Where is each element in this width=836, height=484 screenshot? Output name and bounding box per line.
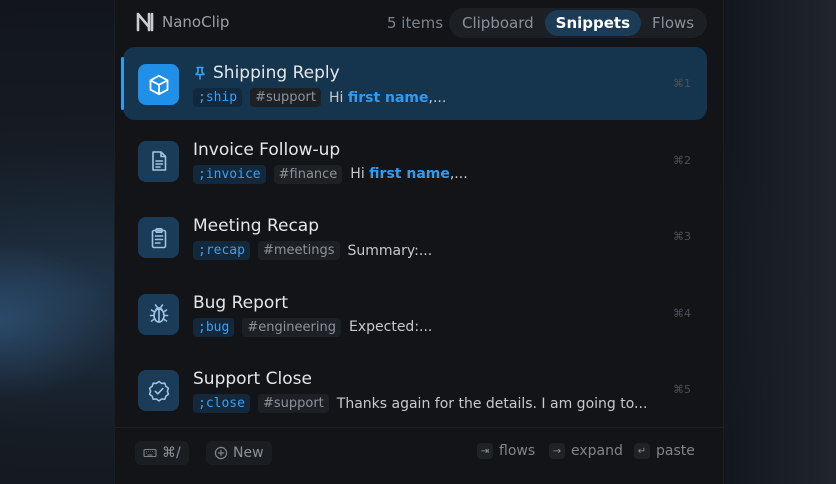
preview-variable: first name — [369, 166, 450, 182]
arrow-right-key-icon: → — [549, 443, 565, 459]
background-shade-right — [716, 0, 836, 484]
snippet-tag: #finance — [273, 164, 343, 184]
snippet-preview: Hi first name,... — [350, 166, 467, 182]
keyboard-shortcuts-button[interactable]: ⌘/ — [135, 441, 189, 465]
tab-key-icon: ⇥ — [477, 443, 493, 459]
return-key-icon: ↵ — [634, 443, 650, 459]
preview-variable: first name — [347, 89, 429, 106]
keyboard-shortcut-label: ⌘/ — [162, 445, 181, 461]
tab-flows[interactable]: Flows — [641, 10, 705, 36]
hint-flows: ⇥ flows — [477, 443, 535, 459]
snippet-row-shipping-reply[interactable]: Shipping Reply ;ship #support Hi first n… — [121, 47, 707, 120]
snippet-trigger: ;ship — [193, 88, 243, 107]
snippet-meta: ;bug #engineering Expected:... — [193, 317, 432, 338]
snippet-title-line: Shipping Reply — [193, 63, 340, 83]
snippet-trigger: ;close — [193, 394, 250, 413]
snippet-shortcut: ⌘5 — [673, 383, 691, 396]
new-button-label: New — [233, 445, 264, 461]
plus-circle-icon — [214, 446, 228, 460]
tab-bar: Clipboard Snippets Flows — [449, 8, 708, 38]
snippet-shortcut: ⌘3 — [673, 230, 691, 243]
preview-text-end: ,... — [449, 166, 468, 182]
snippet-title: Support Close — [193, 369, 312, 389]
box-icon — [149, 74, 168, 95]
snippet-preview: Hi first name,... — [329, 90, 446, 106]
pin-icon — [195, 66, 205, 80]
snippet-meta: ;invoice #finance Hi first name,... — [193, 164, 468, 185]
snippet-title: Bug Report — [193, 292, 288, 313]
app-name: NanoClip — [162, 13, 230, 31]
snippet-icon-tile — [138, 293, 179, 335]
preview-text: Expected:... — [349, 319, 433, 335]
selection-indicator — [121, 57, 124, 110]
footer: ⌘/ New ⇥ flows → expand ↵ paste — [115, 427, 725, 484]
snippet-tag: #support — [250, 88, 321, 107]
snippet-title: Invoice Follow-up — [193, 139, 341, 160]
brand: NanoClip — [135, 11, 229, 33]
nanoclip-panel: NanoClip 5 items Clipboard Snippets Flow… — [114, 0, 725, 484]
tab-snippets[interactable]: Snippets — [544, 10, 642, 36]
preview-text: Hi — [328, 89, 348, 106]
preview-text: Thanks again for the details. I am going… — [336, 395, 648, 412]
new-snippet-button[interactable]: New — [206, 441, 272, 465]
snippet-icon-tile — [138, 140, 179, 182]
snippet-icon-tile — [138, 370, 179, 411]
snippet-tag: #meetings — [257, 241, 340, 260]
header: NanoClip 5 items Clipboard Snippets Flow… — [115, 0, 725, 46]
snippet-title-line: Bug Report — [193, 293, 288, 313]
preview-text-end: ,... — [428, 89, 447, 106]
snippet-shortcut: ⌘2 — [673, 153, 691, 167]
keyboard-icon — [143, 448, 157, 458]
hint-label: paste — [656, 443, 695, 459]
snippet-shortcut: ⌘4 — [673, 306, 691, 320]
snippet-tag: #support — [257, 394, 329, 413]
snippet-row-meeting-recap[interactable]: Meeting Recap ;recap #meetings Summary:.… — [123, 200, 707, 273]
snippet-icon-tile — [138, 64, 179, 105]
item-count: 5 items — [387, 14, 444, 32]
snippet-shortcut: ⌘1 — [673, 77, 691, 90]
snippet-meta: ;ship #support Hi first name,... — [193, 87, 446, 108]
snippet-trigger: ;invoice — [193, 164, 266, 184]
snippet-meta: ;close #support Thanks again for the det… — [193, 393, 647, 414]
snippet-preview: Summary:... — [348, 243, 433, 259]
snippet-meta: ;recap #meetings Summary:... — [193, 240, 432, 261]
snippet-title: Meeting Recap — [193, 216, 320, 236]
snippet-title-line: Support Close — [193, 369, 312, 389]
nanoclip-logo-icon — [136, 12, 154, 32]
snippet-title-line: Invoice Follow-up — [193, 140, 340, 160]
hint-expand: → expand — [549, 443, 623, 459]
snippet-icon-tile — [138, 217, 179, 258]
snippet-title-line: Meeting Recap — [193, 216, 319, 236]
preview-text: Hi — [350, 166, 370, 182]
hint-label: expand — [571, 443, 623, 459]
snippet-trigger: ;recap — [193, 241, 250, 260]
snippet-list: Shipping Reply ;ship #support Hi first n… — [121, 47, 707, 430]
document-icon — [151, 151, 166, 171]
snippet-title: Shipping Reply — [213, 63, 340, 83]
clipboard-list-icon — [151, 227, 166, 248]
preview-text: Summary:... — [347, 242, 433, 259]
snippet-preview: Thanks again for the details. I am going… — [337, 396, 648, 412]
snippet-row-bug-report[interactable]: Bug Report ;bug #engineering Expected:..… — [123, 277, 707, 350]
hint-paste: ↵ paste — [634, 443, 695, 459]
snippet-row-invoice-follow-up[interactable]: Invoice Follow-up ;invoice #finance Hi f… — [123, 124, 707, 197]
tab-clipboard[interactable]: Clipboard — [451, 10, 545, 36]
snippet-tag: #engineering — [242, 317, 341, 337]
background-glow-left — [0, 240, 120, 400]
snippet-preview: Expected:... — [349, 319, 432, 335]
snippet-trigger: ;bug — [193, 317, 235, 337]
hint-label: flows — [499, 443, 536, 459]
bug-icon — [149, 304, 168, 323]
badge-check-icon — [148, 380, 169, 402]
snippet-row-support-close[interactable]: Support Close ;close #support Thanks aga… — [123, 353, 707, 426]
